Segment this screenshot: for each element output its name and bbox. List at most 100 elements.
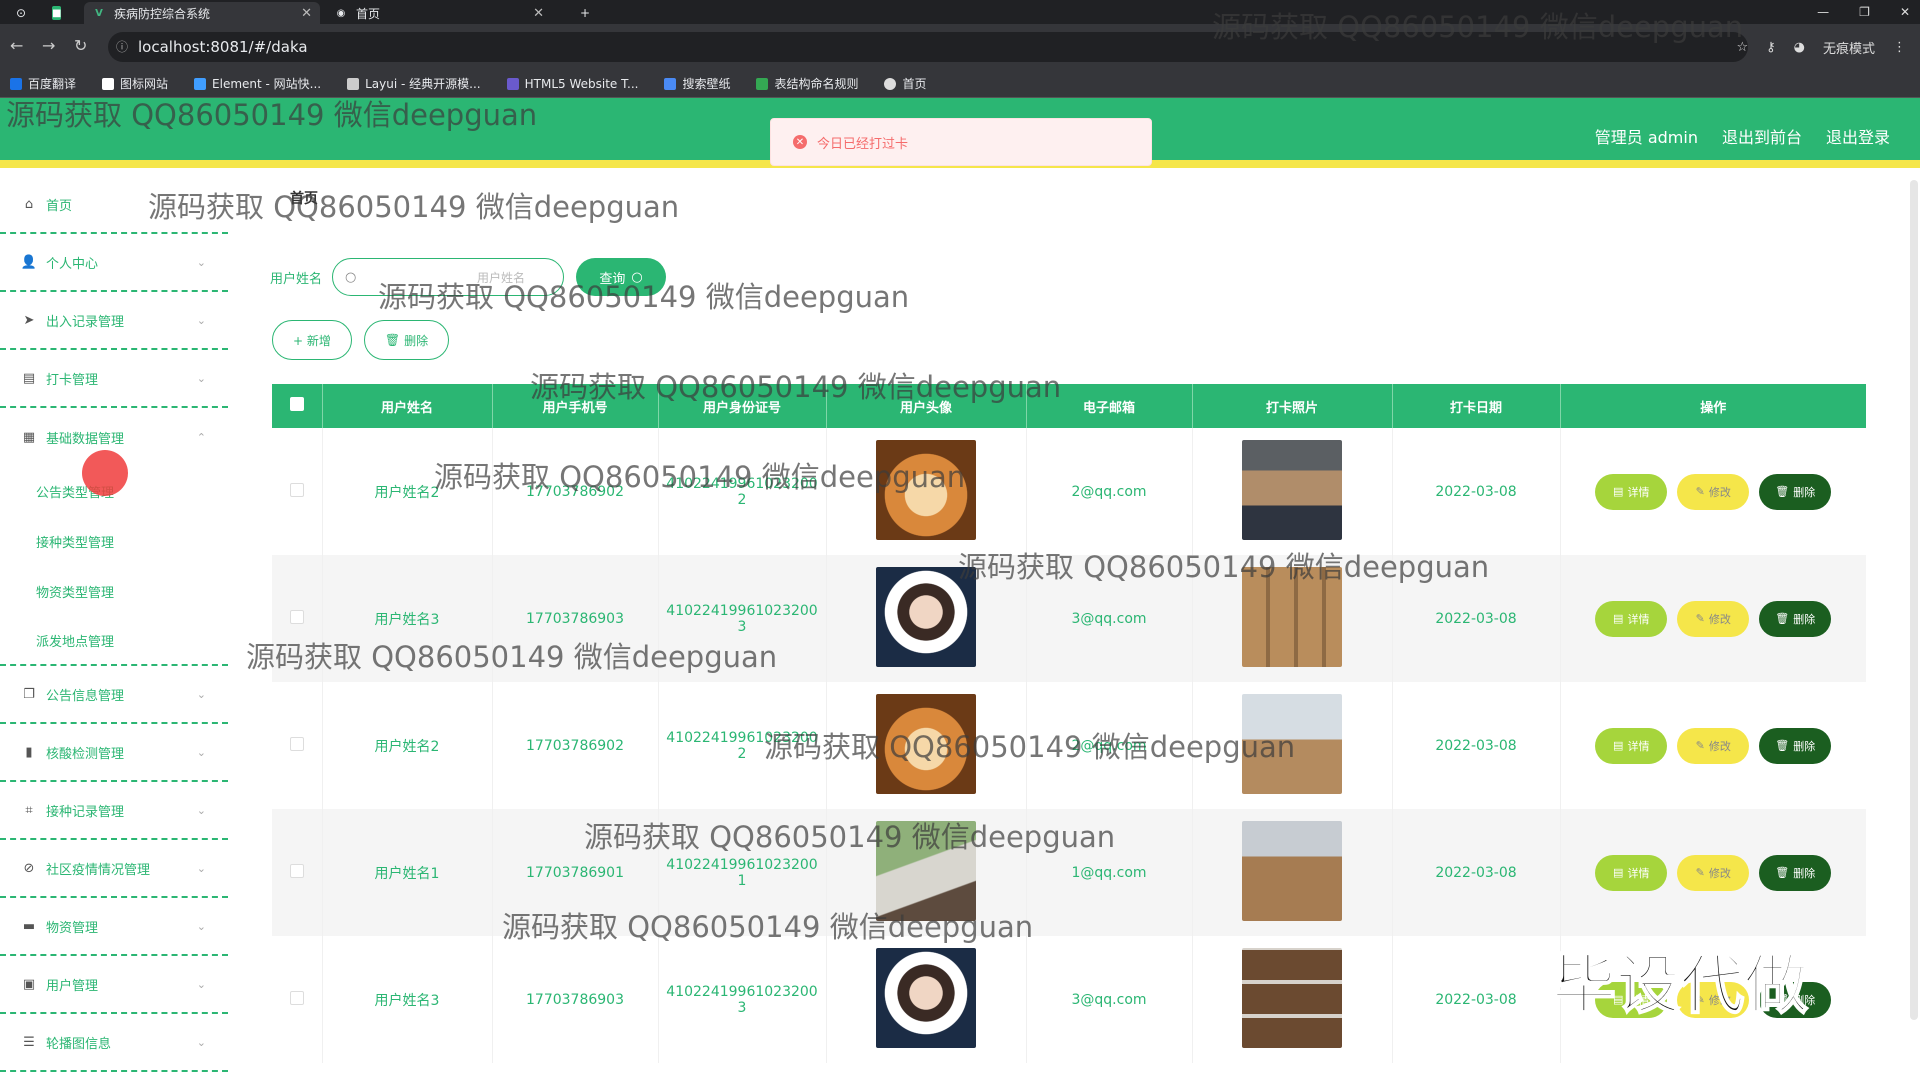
- edit-button[interactable]: ✎ 修改: [1677, 727, 1750, 764]
- bookmark-item[interactable]: Layui - 经典开源模...: [347, 75, 481, 92]
- table-row: 用户姓名2 17703786902 41022419961023200 2 2@q…: [272, 682, 1866, 809]
- checkin-photo[interactable]: [1242, 693, 1342, 794]
- table-header-row: 用户姓名 用户手机号 用户身份证号 用户头像 电子邮箱 打卡照片 打卡日期 操作: [272, 384, 1866, 428]
- close-icon[interactable]: ✕: [533, 6, 544, 21]
- avatar[interactable]: [876, 947, 976, 1048]
- tab-home[interactable]: ◉ 首页 ✕: [326, 2, 552, 24]
- checkin-photo[interactable]: [1242, 566, 1342, 667]
- bookmark-item[interactable]: 表结构命名规则: [756, 75, 858, 92]
- avatar[interactable]: [876, 693, 976, 794]
- avatar[interactable]: [876, 439, 976, 540]
- sidebar-item-nucleic[interactable]: ▮ 核酸检测管理 ⌄: [0, 724, 228, 782]
- delete-button[interactable]: 🗑 删除: [1759, 473, 1832, 510]
- delete-button[interactable]: 🗑 删除: [1759, 854, 1832, 891]
- checkin-photo[interactable]: [1242, 439, 1342, 540]
- document-icon: ▤: [1613, 739, 1624, 752]
- reload-icon[interactable]: ↻: [74, 36, 87, 55]
- detail-button[interactable]: ▤ 详情: [1595, 600, 1668, 637]
- trash-icon: 🗑: [1775, 612, 1790, 625]
- batch-delete-button[interactable]: 🗑 删除: [363, 320, 450, 360]
- detail-button[interactable]: ▤ 详情: [1595, 854, 1668, 891]
- sidebar-item-vaccination[interactable]: ⌗ 接种记录管理 ⌄: [0, 782, 228, 840]
- column-header: 用户姓名: [322, 384, 493, 428]
- search-icon: ○: [345, 270, 357, 285]
- edit-button[interactable]: ✎ 修改: [1677, 854, 1750, 891]
- tab-title: 疾病防控综合系统: [114, 6, 211, 21]
- column-header: 电子邮箱: [1026, 384, 1193, 428]
- bookmark-item[interactable]: 首页: [884, 75, 927, 92]
- bookmark-item[interactable]: 图标网站: [102, 75, 168, 92]
- sidebar-item-access[interactable]: ➤ 出入记录管理 ⌄: [0, 292, 228, 350]
- sidebar-item-community[interactable]: ⊘ 社区疫情情况管理 ⌄: [0, 840, 228, 898]
- bookmark-item[interactable]: 百度翻译: [10, 75, 76, 92]
- back-to-front-link[interactable]: 退出到前台: [1722, 124, 1802, 148]
- tab-system[interactable]: V 疾病防控综合系统 ✕: [84, 2, 320, 24]
- error-toast: ✕ 今日已经打过卡: [770, 118, 1152, 166]
- search-input[interactable]: ○ 用户姓名: [332, 258, 565, 296]
- trash-icon: 🗑: [1775, 866, 1790, 879]
- sliders-icon: ☰: [23, 1034, 35, 1050]
- bookmark-item[interactable]: 搜索壁纸: [664, 75, 730, 92]
- add-button[interactable]: + 新增: [272, 320, 352, 360]
- delete-button[interactable]: 🗑 删除: [1759, 600, 1832, 637]
- sidebar-subitem-vaccine-type[interactable]: 接种类型管理: [0, 516, 228, 566]
- incognito-label[interactable]: 无痕模式: [1823, 38, 1875, 57]
- cell-date: 2022-03-08: [1392, 682, 1561, 809]
- minimize-icon[interactable]: —: [1817, 5, 1829, 19]
- cell-actions: ▤ 详情 ✎ 修改 🗑 删除: [1560, 809, 1866, 936]
- breadcrumb-home[interactable]: 首页: [290, 191, 318, 207]
- app-icon[interactable]: ■: [44, 2, 74, 24]
- sidebar-item-users[interactable]: ▣ 用户管理 ⌄: [0, 956, 228, 1014]
- sidebar-item-notice[interactable]: ❐ 公告信息管理 ⌄: [0, 666, 228, 724]
- table-row: 用户姓名2 17703786902 41022419961023200 2 2@q…: [272, 428, 1866, 555]
- sidebar-subitem-dispatch-location[interactable]: 派发地点管理: [0, 616, 228, 666]
- back-icon[interactable]: ←: [10, 36, 23, 55]
- header-select-all[interactable]: [272, 384, 323, 428]
- close-window-icon[interactable]: ✕: [1900, 5, 1910, 19]
- delete-button[interactable]: 🗑 删除: [1759, 727, 1832, 764]
- scrollbar[interactable]: [1910, 180, 1918, 1020]
- cell-photo: [1192, 809, 1393, 936]
- sidebar-item-checkin[interactable]: ▤ 打卡管理 ⌄: [0, 350, 228, 408]
- bookmark-item[interactable]: HTML5 Website T...: [506, 77, 638, 91]
- sidebar-item-home[interactable]: ⌂ 首页: [0, 176, 228, 234]
- cell-date: 2022-03-08: [1392, 809, 1561, 936]
- query-button[interactable]: 查询 ○: [576, 258, 667, 296]
- admin-label: 管理员 admin: [1594, 128, 1698, 147]
- url-input[interactable]: ⓘ localhost:8081/#/daka: [108, 32, 1748, 62]
- vue-icon: V: [95, 7, 103, 19]
- chevron-down-icon: ⌄: [196, 313, 206, 327]
- browser-menu-icon[interactable]: ⊙: [8, 2, 38, 24]
- cell-name: 用户姓名3: [322, 555, 493, 682]
- row-checkbox[interactable]: [272, 428, 323, 555]
- restore-icon[interactable]: ❐: [1859, 5, 1870, 19]
- edit-button[interactable]: ✎ 修改: [1677, 473, 1750, 510]
- row-checkbox[interactable]: [272, 809, 323, 936]
- sidebar-subitem-supply-type[interactable]: 物资类型管理: [0, 566, 228, 616]
- logout-link[interactable]: 退出登录: [1826, 124, 1890, 148]
- star-icon[interactable]: ☆: [1736, 40, 1748, 55]
- bookmark-item[interactable]: Element - 网站快...: [194, 75, 321, 92]
- more-icon[interactable]: ⋮: [1893, 40, 1906, 55]
- key-icon[interactable]: ⚷: [1766, 40, 1776, 55]
- forward-icon[interactable]: →: [42, 36, 55, 55]
- chevron-down-icon: ⌄: [196, 371, 206, 385]
- sidebar-item-carousel[interactable]: ☰ 轮播图信息 ⌄: [0, 1014, 228, 1072]
- pencil-icon: ✎: [1695, 739, 1705, 752]
- detail-button[interactable]: ▤ 详情: [1595, 473, 1668, 510]
- avatar[interactable]: [876, 820, 976, 921]
- row-checkbox[interactable]: [272, 936, 323, 1063]
- sidebar-item-supplies[interactable]: ▬ 物资管理 ⌄: [0, 898, 228, 956]
- edit-button[interactable]: ✎ 修改: [1677, 600, 1750, 637]
- avatar[interactable]: [876, 566, 976, 667]
- new-tab-button[interactable]: +: [572, 2, 596, 24]
- checkin-photo[interactable]: [1242, 820, 1342, 921]
- detail-button[interactable]: ▤ 详情: [1595, 727, 1668, 764]
- checkin-photo[interactable]: [1242, 947, 1342, 1048]
- cell-avatar: [826, 682, 1027, 809]
- close-icon[interactable]: ✕: [301, 6, 312, 21]
- row-checkbox[interactable]: [272, 682, 323, 809]
- column-header: 用户身份证号: [658, 384, 827, 428]
- row-checkbox[interactable]: [272, 555, 323, 682]
- sidebar-item-personal[interactable]: 👤 个人中心 ⌄: [0, 234, 228, 292]
